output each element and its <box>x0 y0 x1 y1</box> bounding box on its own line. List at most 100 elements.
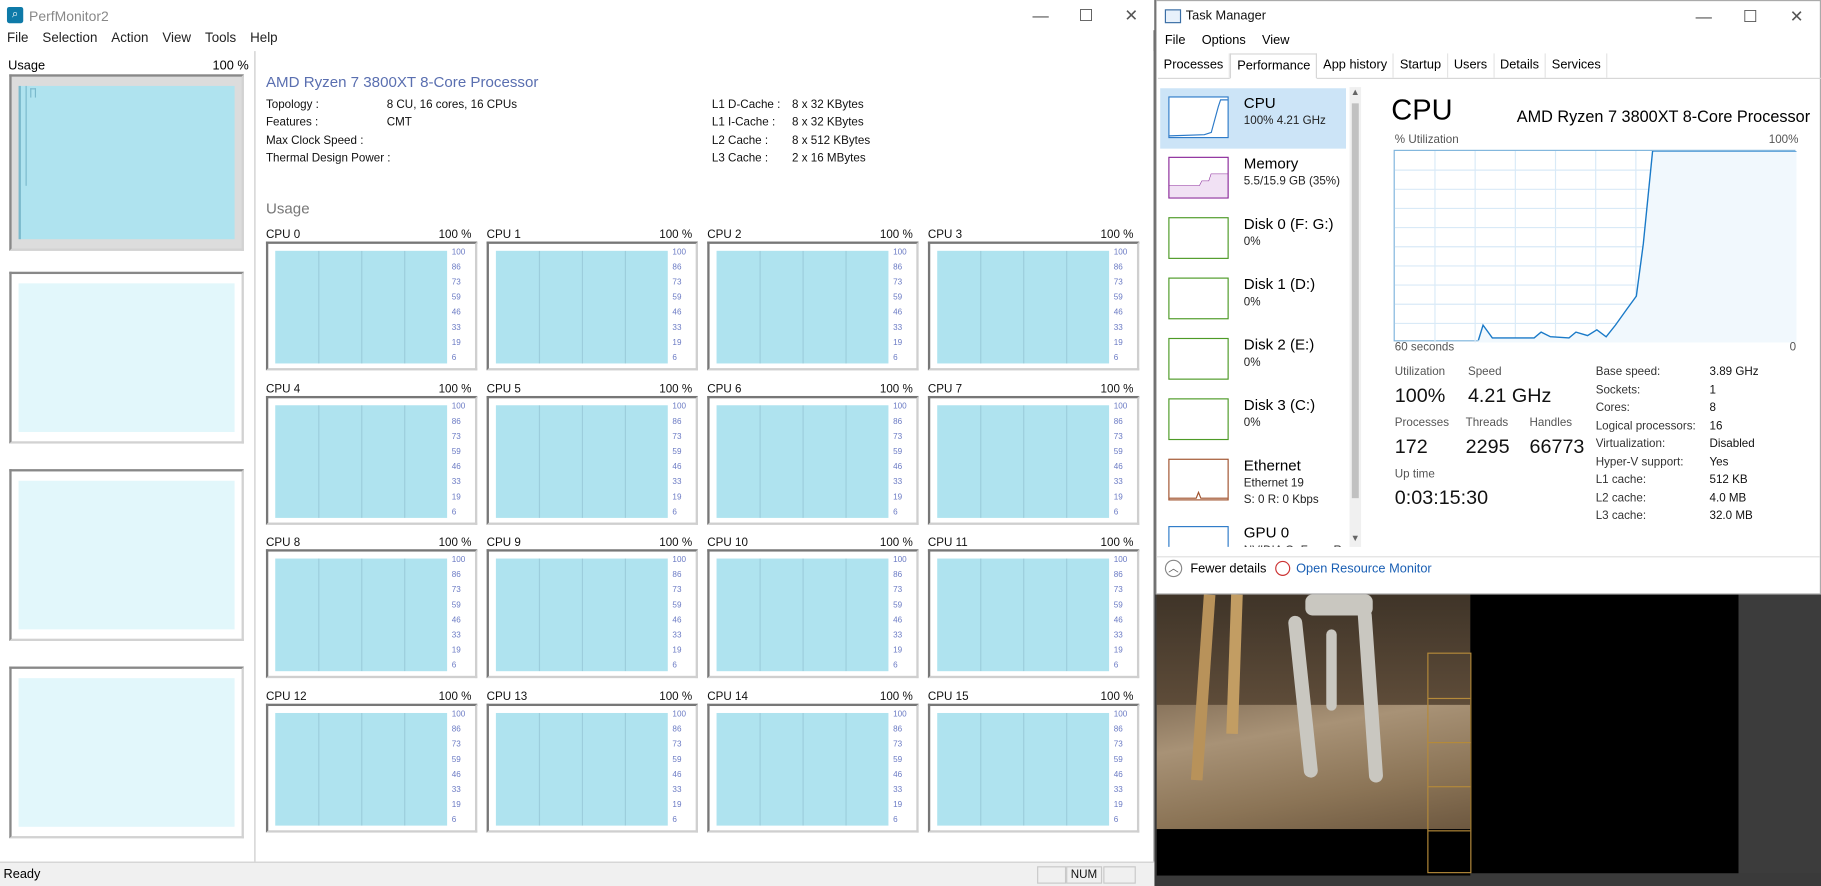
axis-tick: 46 <box>451 771 461 780</box>
cpu-label: CPU 3 <box>927 228 963 242</box>
grid-line <box>845 712 847 826</box>
tab-startup[interactable]: Startup <box>1394 53 1449 78</box>
axis-tick: 6 <box>451 661 457 671</box>
fewer-details-button[interactable]: Fewer details <box>1190 562 1266 576</box>
axis-tick: 19 <box>1113 493 1123 502</box>
axis-tick: 100 <box>451 710 466 719</box>
cpu-usage-value: 100 % <box>1100 690 1134 704</box>
tab-users[interactable]: Users <box>1448 53 1495 78</box>
axis-tick: 33 <box>672 631 682 640</box>
grid-line <box>802 405 804 518</box>
chevron-up-icon[interactable]: ︿ <box>1164 559 1183 578</box>
tab-app-history[interactable]: App history <box>1317 53 1395 78</box>
axis-tick: 46 <box>893 463 903 472</box>
maximize-button[interactable]: ☐ <box>1727 1 1773 31</box>
grid-line <box>581 405 583 518</box>
close-button[interactable]: ✕ <box>1773 1 1819 31</box>
grid-line <box>538 250 541 364</box>
axis-tick: 73 <box>893 278 903 287</box>
usage-fill <box>275 405 448 518</box>
open-resource-monitor-link[interactable]: Open Resource Monitor <box>1296 562 1432 576</box>
cpu-label: CPU 0 <box>265 228 301 242</box>
cpu-usage-value: 100 % <box>438 536 472 550</box>
scroll-up-icon[interactable]: ▲ <box>1351 87 1360 97</box>
axis-tick: 100 <box>672 710 686 719</box>
cpu-label: CPU 8 <box>265 536 301 550</box>
axis-tick: 86 <box>893 418 903 427</box>
status-bar: Ready NUM <box>0 861 1155 886</box>
grid-line <box>1066 558 1068 672</box>
status-cell <box>1037 866 1067 884</box>
axis-tick: 6 <box>893 816 898 825</box>
grid-line <box>845 558 847 672</box>
axis-tick: 6 <box>1113 508 1119 517</box>
grid-line <box>980 250 982 364</box>
scroll-down-icon[interactable]: ▼ <box>1351 533 1360 543</box>
axis-tick: 100 <box>893 710 907 719</box>
axis-tick: 6 <box>893 508 898 517</box>
axis-tick: 86 <box>672 263 682 272</box>
grid-line <box>361 405 363 518</box>
resource-item-disk[interactable]: Disk 0 (F: G:) 0% <box>1160 209 1346 269</box>
grid-line <box>624 405 626 518</box>
menu-file[interactable]: File <box>1157 31 1194 53</box>
resource-item-ethernet[interactable]: Ethernet Ethernet 19 S: 0 R: 0 Kbps <box>1160 451 1346 511</box>
axis-tick: 73 <box>451 433 461 442</box>
resource-item-disk[interactable]: Disk 3 (C:) 0% <box>1160 390 1346 450</box>
minimize-button[interactable]: — <box>1680 1 1726 31</box>
cpu-usage-value: 100 % <box>1100 536 1134 550</box>
axis-tick: 86 <box>893 571 903 580</box>
usage-fill <box>495 558 668 672</box>
tab-processes[interactable]: Processes <box>1158 53 1231 78</box>
tab-performance[interactable]: Performance <box>1230 53 1318 79</box>
axis-tick: 33 <box>1113 478 1123 487</box>
grid-line <box>845 405 847 518</box>
grid-line <box>1066 712 1068 826</box>
grid-line <box>538 558 541 672</box>
axis-tick: 33 <box>1113 786 1123 795</box>
task-manager-app-icon <box>1164 9 1182 24</box>
cpu-usage-graph: 100 86 73 59 46 33 19 6 <box>486 241 698 371</box>
axis-tick: 33 <box>893 323 903 333</box>
spec-value: 32.0 MB <box>1709 509 1753 523</box>
usage-fill <box>937 712 1110 826</box>
cpu-usage-value: 100 % <box>659 383 693 396</box>
cpu-utilization-graph <box>1393 149 1797 343</box>
spec-value: 3.89 GHz <box>1709 365 1759 379</box>
cpu-usage-graph: 100 86 73 59 46 33 19 6 <box>486 549 698 679</box>
axis-tick: 86 <box>672 725 682 734</box>
utilization-chart <box>1394 150 1797 343</box>
axis-tick: 59 <box>1113 448 1123 457</box>
resource-item-gpu[interactable]: GPU 0 NVIDIA GeForce R <box>1160 518 1346 547</box>
cpu-usage-graph: 100 86 73 59 46 33 19 6 <box>265 703 478 833</box>
cpu-label: CPU 13 <box>486 690 528 704</box>
scrollbar-thumb[interactable] <box>1351 103 1359 499</box>
axis-tick: 100 <box>1113 556 1128 565</box>
resource-list-scrollbar[interactable]: ▲ ▼ <box>1349 87 1362 547</box>
axis-tick: 33 <box>893 786 903 795</box>
menu-view[interactable]: View <box>1254 31 1298 53</box>
tab-services[interactable]: Services <box>1546 53 1608 78</box>
resource-item-disk[interactable]: Disk 1 (D:) 0% <box>1160 269 1346 329</box>
usage-fill <box>716 250 889 364</box>
cpu-model: AMD Ryzen 7 3800XT 8-Core Processor <box>1516 106 1811 126</box>
axis-tick: 19 <box>672 801 682 810</box>
axis-tick: 59 <box>893 448 903 457</box>
resource-item-disk[interactable]: Disk 2 (E:) 0% <box>1160 330 1346 390</box>
usage-fill <box>716 405 889 518</box>
resource-item-cpu[interactable]: CPU 100% 4.21 GHz <box>1160 88 1347 149</box>
resource-title: Disk 1 (D:) <box>1243 275 1316 293</box>
meter-divider <box>1428 786 1471 788</box>
axis-tick: 19 <box>451 493 461 502</box>
cpu-usage-graph: 100 86 73 59 46 33 19 6 <box>486 395 698 525</box>
background-video-frame <box>1156 594 1471 830</box>
cpu-usage-value: 100 % <box>659 228 693 242</box>
axis-tick: 19 <box>1113 339 1123 348</box>
chair-leg <box>1326 629 1337 711</box>
menu-options[interactable]: Options <box>1194 31 1254 53</box>
tab-details[interactable]: Details <box>1494 53 1546 78</box>
uptime-value: 0:03:15:30 <box>1394 486 1489 509</box>
grid-line <box>318 712 320 826</box>
resource-item-memory[interactable]: Memory 5.5/15.9 GB (35%) <box>1160 149 1346 209</box>
cpu-label: CPU 10 <box>707 536 748 550</box>
